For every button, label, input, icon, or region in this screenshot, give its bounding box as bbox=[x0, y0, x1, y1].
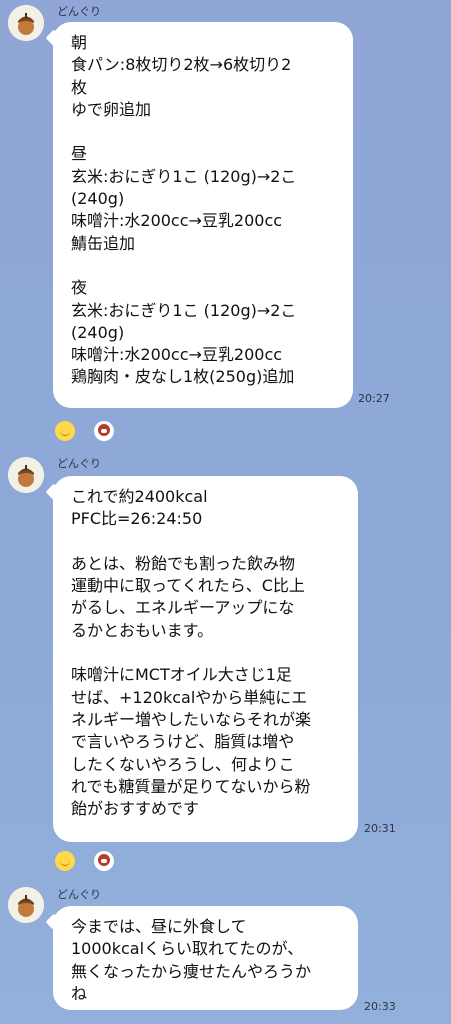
message-text-line: 味噌汁にMCTオイル大さじ1足 bbox=[71, 665, 292, 685]
message-bubble[interactable]: これで約2400kcal PFC比=26:24:50 あとは、粉飴でも割った飲み物運… bbox=[53, 476, 358, 842]
heart-sticker-icon[interactable] bbox=[94, 421, 114, 441]
acorn-icon bbox=[8, 5, 44, 41]
message-text-line bbox=[71, 642, 340, 664]
message-text-line: 味噌汁:水200cc→豆乳200cc bbox=[71, 345, 283, 365]
message-text-line: 鶏胸肉・皮なし1枚(250g)追加 bbox=[71, 367, 295, 387]
message-text-line: ゆで卵追加 bbox=[71, 99, 152, 119]
message-text-line: がるし、エネルギーアップにな bbox=[71, 598, 295, 618]
heart-sticker-icon[interactable] bbox=[94, 851, 114, 871]
sender-name: どんぐり bbox=[57, 5, 101, 18]
message-text-line: るかとおもいます。 bbox=[71, 620, 214, 640]
message-text-line bbox=[71, 531, 340, 553]
message-text-line: 味噌汁:水200cc→豆乳200cc bbox=[71, 211, 283, 231]
timestamp: 20:33 bbox=[364, 1000, 396, 1013]
sender-name: どんぐり bbox=[57, 457, 101, 470]
message-text-line: (240g) bbox=[71, 189, 125, 209]
message-text-line: あとは、粉飴でも割った飲み物 bbox=[71, 553, 296, 573]
message-bubble[interactable]: 朝食パン:8枚切り2枚→6枚切り2 枚ゆで卵追加昼玄米:おにぎり1こ (120g)… bbox=[53, 22, 353, 408]
message-text-line: 玄米:おにぎり1こ (120g)→2こ bbox=[71, 300, 297, 320]
message-text-line: 朝 bbox=[71, 33, 88, 52]
message-text-line: したくないやろうし、何よりこ bbox=[71, 754, 295, 774]
message-text-line: (240g) bbox=[71, 322, 125, 342]
sender-name: どんぐり bbox=[57, 888, 101, 901]
message-text-line: 昼 bbox=[71, 144, 88, 164]
message-text-line: 枚 bbox=[71, 77, 88, 97]
message-text-line: ね bbox=[71, 983, 88, 1003]
message-text-line: 1000kcalくらい取れてたのが、 bbox=[71, 939, 304, 959]
message-text-line: 飴がおすすめです bbox=[71, 799, 200, 819]
smile-emoji-icon[interactable] bbox=[55, 851, 75, 871]
message-text-line: 夜 bbox=[71, 278, 88, 298]
message-text-line: 無くなったから痩せたんやろうか bbox=[71, 961, 312, 981]
smile-emoji-icon[interactable] bbox=[55, 421, 75, 441]
timestamp: 20:31 bbox=[364, 822, 396, 835]
avatar[interactable] bbox=[8, 887, 44, 923]
message-text-line: これで約2400kcal bbox=[71, 487, 208, 506]
message-text-line: 食パン:8枚切り2枚→6枚切り2 bbox=[71, 55, 292, 75]
message-3: どんぐり 今までは、昼に外食して 1000kcalくらい取れてたのが、 無くなったか… bbox=[0, 880, 451, 1020]
message-1: どんぐり 朝食パン:8枚切り2枚→6枚切り2 枚ゆで卵追加昼玄米:おにぎり1こ (… bbox=[0, 0, 451, 410]
timestamp: 20:27 bbox=[358, 392, 390, 405]
message-text-line: ネルギー増やしたいならそれが楽 bbox=[71, 709, 312, 729]
message-text-line: 鯖缶追加 bbox=[71, 233, 136, 253]
message-bubble[interactable]: 今までは、昼に外食して 1000kcalくらい取れてたのが、 無くなったから痩せたん… bbox=[53, 906, 358, 1010]
message-text-line bbox=[71, 255, 335, 277]
message-2: どんぐり これで約2400kcal PFC比=26:24:50 あとは、粉飴でも割っ… bbox=[0, 450, 451, 845]
message-text-line: せば、+120kcalやから単純にエ bbox=[71, 687, 308, 707]
message-text-line: 今までは、昼に外食して bbox=[71, 917, 247, 936]
message-text-line: PFC比=26:24:50 bbox=[71, 509, 203, 529]
avatar[interactable] bbox=[8, 5, 44, 41]
avatar[interactable] bbox=[8, 457, 44, 493]
message-text-line: 玄米:おにぎり1こ (120g)→2こ bbox=[71, 166, 297, 186]
message-text-line: 運動中に取ってくれたら、C比上 bbox=[71, 576, 305, 596]
message-text-line: で言いやろうけど、脂質は増や bbox=[71, 732, 295, 752]
acorn-icon bbox=[8, 887, 44, 923]
acorn-icon bbox=[8, 457, 44, 493]
message-text-line: れでも糖質量が足りてないから粉 bbox=[71, 776, 311, 796]
message-text-line bbox=[71, 121, 335, 143]
